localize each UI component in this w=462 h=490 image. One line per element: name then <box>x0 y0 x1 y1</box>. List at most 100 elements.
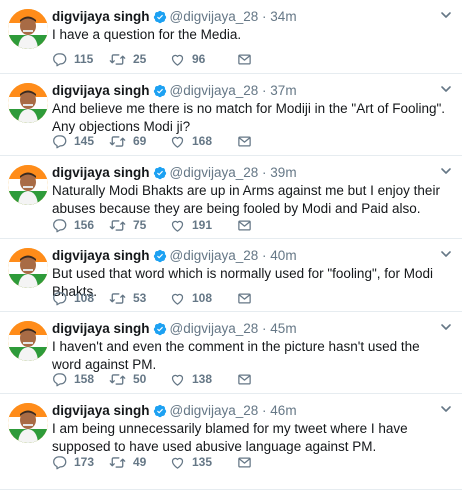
timestamp[interactable]: 39m <box>270 165 296 180</box>
retweet-count: 53 <box>133 291 147 305</box>
heart-icon <box>171 136 184 148</box>
tweet-text: And believe me there is no match for Mod… <box>52 101 446 134</box>
chevron-down-icon[interactable] <box>440 248 452 260</box>
direct-message-button[interactable] <box>237 132 252 150</box>
author-handle[interactable]: @digvijaya_28 <box>170 403 259 418</box>
tweet-actions: 108 53 108 <box>52 289 452 307</box>
tweet[interactable]: digvijaya singh @digvijaya_28 · 45m I hav… <box>0 312 462 394</box>
retweet-button[interactable]: 25 <box>109 50 146 68</box>
reply-button[interactable]: 108 <box>52 289 94 307</box>
reply-button[interactable]: 115 <box>52 50 93 68</box>
author-handle[interactable]: @digvijaya_28 <box>170 9 259 24</box>
tweet-text: I am being unnecessarily blamed for my t… <box>52 421 408 454</box>
like-button[interactable]: 138 <box>170 370 212 388</box>
retweet-count: 75 <box>133 218 147 232</box>
avatar[interactable] <box>8 83 48 123</box>
author-name[interactable]: digvijaya singh <box>52 321 150 336</box>
avatar-photo-icon <box>8 165 48 205</box>
direct-message-button[interactable] <box>237 289 252 307</box>
tweet[interactable]: digvijaya singh @digvijaya_28 · 39m Natur… <box>0 156 462 239</box>
reply-icon <box>53 372 67 386</box>
tweet-text: Naturally Modi Bhakts are up in Arms aga… <box>52 183 440 216</box>
reply-button[interactable]: 156 <box>52 216 94 234</box>
author-name[interactable]: digvijaya singh <box>52 403 150 418</box>
avatar-photo-icon <box>8 321 48 361</box>
chevron-down-icon[interactable] <box>440 9 452 21</box>
tweet-text: I haven't and even the comment in the pi… <box>52 339 420 372</box>
retweet-count: 49 <box>133 455 147 469</box>
author-name[interactable]: digvijaya singh <box>52 9 150 24</box>
verified-badge-icon <box>153 249 166 263</box>
avatar-photo-icon <box>8 248 48 288</box>
timestamp[interactable]: 40m <box>270 248 296 263</box>
retweet-button[interactable]: 49 <box>109 453 146 471</box>
avatar[interactable] <box>8 9 48 49</box>
like-button[interactable]: 96 <box>170 50 205 68</box>
direct-message-button[interactable] <box>237 370 252 388</box>
direct-message-button[interactable] <box>237 216 252 234</box>
timestamp[interactable]: 37m <box>270 83 296 98</box>
tweet[interactable]: digvijaya singh @digvijaya_28 · 34m I hav… <box>0 0 462 74</box>
chevron-down-icon[interactable] <box>440 403 452 415</box>
envelope-icon <box>238 293 251 303</box>
author-handle[interactable]: @digvijaya_28 <box>170 83 259 98</box>
like-count: 108 <box>192 291 213 305</box>
avatar[interactable] <box>8 248 48 288</box>
retweet-button[interactable]: 69 <box>109 132 146 150</box>
retweet-count: 50 <box>133 372 147 386</box>
avatar[interactable] <box>8 165 48 205</box>
reply-button[interactable]: 145 <box>52 132 94 150</box>
retweet-icon <box>109 53 126 65</box>
like-button[interactable]: 191 <box>170 216 212 234</box>
avatar[interactable] <box>8 403 48 443</box>
like-count: 168 <box>192 134 213 148</box>
retweet-button[interactable]: 50 <box>109 370 146 388</box>
separator-dot: · <box>258 9 271 24</box>
reply-button[interactable]: 173 <box>52 453 94 471</box>
timestamp[interactable]: 45m <box>270 321 296 336</box>
verified-badge-icon <box>153 10 166 24</box>
reply-count: 173 <box>74 455 95 469</box>
tweet[interactable]: digvijaya singh @digvijaya_28 · 40m But u… <box>0 239 462 312</box>
avatar[interactable] <box>8 321 48 361</box>
separator-dot: · <box>258 248 271 263</box>
reply-icon <box>53 52 67 66</box>
tweet-actions: 158 50 138 <box>52 370 452 388</box>
retweet-button[interactable]: 53 <box>109 289 146 307</box>
timestamp[interactable]: 46m <box>270 403 296 418</box>
envelope-icon <box>238 136 251 146</box>
verified-badge-icon <box>153 166 166 180</box>
direct-message-button[interactable] <box>237 50 252 68</box>
tweet[interactable]: digvijaya singh @digvijaya_28 · 46m I am … <box>0 394 462 490</box>
author-handle[interactable]: @digvijaya_28 <box>170 165 259 180</box>
heart-icon <box>171 293 184 305</box>
chevron-down-icon[interactable] <box>440 83 452 95</box>
reply-icon <box>53 455 67 469</box>
like-button[interactable]: 135 <box>170 453 212 471</box>
reply-icon <box>53 218 67 232</box>
tweet-header: digvijaya singh @digvijaya_28 · 46m <box>52 402 297 420</box>
reply-count: 145 <box>74 134 95 148</box>
timestamp[interactable]: 34m <box>270 9 296 24</box>
direct-message-button[interactable] <box>237 453 252 471</box>
author-name[interactable]: digvijaya singh <box>52 248 150 263</box>
tweet[interactable]: digvijaya singh @digvijaya_28 · 37m And b… <box>0 74 462 156</box>
avatar-photo-icon <box>8 403 48 443</box>
separator-dot: · <box>258 403 271 418</box>
tweet-header: digvijaya singh @digvijaya_28 · 34m <box>52 8 297 26</box>
chevron-down-icon[interactable] <box>440 321 452 333</box>
like-button[interactable]: 168 <box>170 132 212 150</box>
reply-button[interactable]: 158 <box>52 370 94 388</box>
heart-icon <box>171 374 184 386</box>
like-button[interactable]: 108 <box>170 289 212 307</box>
author-name[interactable]: digvijaya singh <box>52 165 150 180</box>
author-name[interactable]: digvijaya singh <box>52 83 150 98</box>
chevron-down-icon[interactable] <box>440 165 452 177</box>
heart-icon <box>171 54 184 66</box>
retweet-button[interactable]: 75 <box>109 216 146 234</box>
author-handle[interactable]: @digvijaya_28 <box>170 321 259 336</box>
retweet-icon <box>109 135 126 147</box>
author-handle[interactable]: @digvijaya_28 <box>170 248 259 263</box>
tweet-header: digvijaya singh @digvijaya_28 · 45m <box>52 320 297 338</box>
retweet-count: 69 <box>133 134 147 148</box>
